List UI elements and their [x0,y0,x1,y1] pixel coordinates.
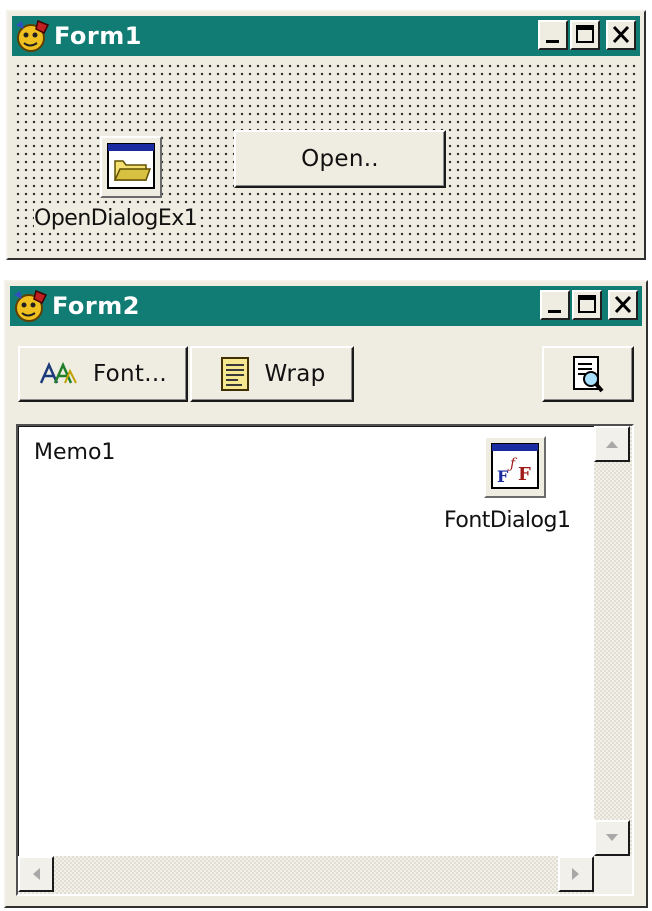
minimize-icon [548,310,561,313]
close-button[interactable] [608,290,638,320]
form2-window-controls [540,290,638,320]
font-icon [39,361,77,384]
scroll-right-button[interactable] [558,856,594,892]
form1-title: Form1 [54,22,142,50]
vertical-scrollbar[interactable] [594,426,632,856]
app-icon [14,289,48,322]
arrow-right-icon [572,868,579,880]
form1-window-controls [538,20,636,50]
close-button[interactable] [606,20,636,50]
svg-text:F: F [497,467,509,486]
scrollbar-corner [594,856,632,894]
maximize-button[interactable] [570,20,600,50]
font-button[interactable]: Font... [18,346,188,402]
memo-text: Memo1 [34,440,116,465]
fontdialog-component[interactable]: F ƒ F [484,436,546,498]
form2-title: Form2 [52,292,140,320]
wrap-icon [221,357,250,391]
app-icon [16,19,50,52]
print-preview-icon [573,356,604,393]
scroll-left-button[interactable] [18,856,54,892]
maximize-icon [578,295,596,313]
form1-window: Form1 OpenDialogEx1 Open.. [6,10,646,260]
svg-text:F: F [518,464,531,485]
wrap-button[interactable]: Wrap [190,346,354,402]
opendialog-component[interactable] [100,136,162,198]
arrow-up-icon [606,441,618,448]
minimize-icon [546,40,559,43]
minimize-button[interactable] [540,290,570,320]
close-icon [612,25,630,44]
open-folder-icon [107,143,155,189]
open-button-label: Open.. [301,146,379,172]
form2-titlebar[interactable]: Form2 [10,286,642,326]
arrow-left-icon [33,868,40,880]
opendialog-caption: OpenDialogEx1 [34,206,198,231]
font-button-label: Font... [92,361,168,387]
maximize-button[interactable] [572,290,602,320]
memo-field[interactable]: Memo1 F ƒ F FontDialog1 [16,424,634,896]
form1-titlebar[interactable]: Form1 [12,16,640,56]
arrow-down-icon [606,834,618,841]
scroll-up-button[interactable] [594,426,630,462]
wrap-button-label: Wrap [264,361,326,387]
print-preview-button[interactable] [542,346,634,402]
form1-design-surface: OpenDialogEx1 Open.. [12,60,640,254]
font-dialog-icon: F ƒ F [491,443,539,489]
fontdialog-caption: FontDialog1 [444,508,571,533]
scroll-down-button[interactable] [594,820,630,856]
close-icon [614,295,632,314]
horizontal-scrollbar[interactable] [18,856,594,894]
minimize-button[interactable] [538,20,568,50]
maximize-icon [576,25,594,43]
open-button[interactable]: Open.. [234,130,446,188]
